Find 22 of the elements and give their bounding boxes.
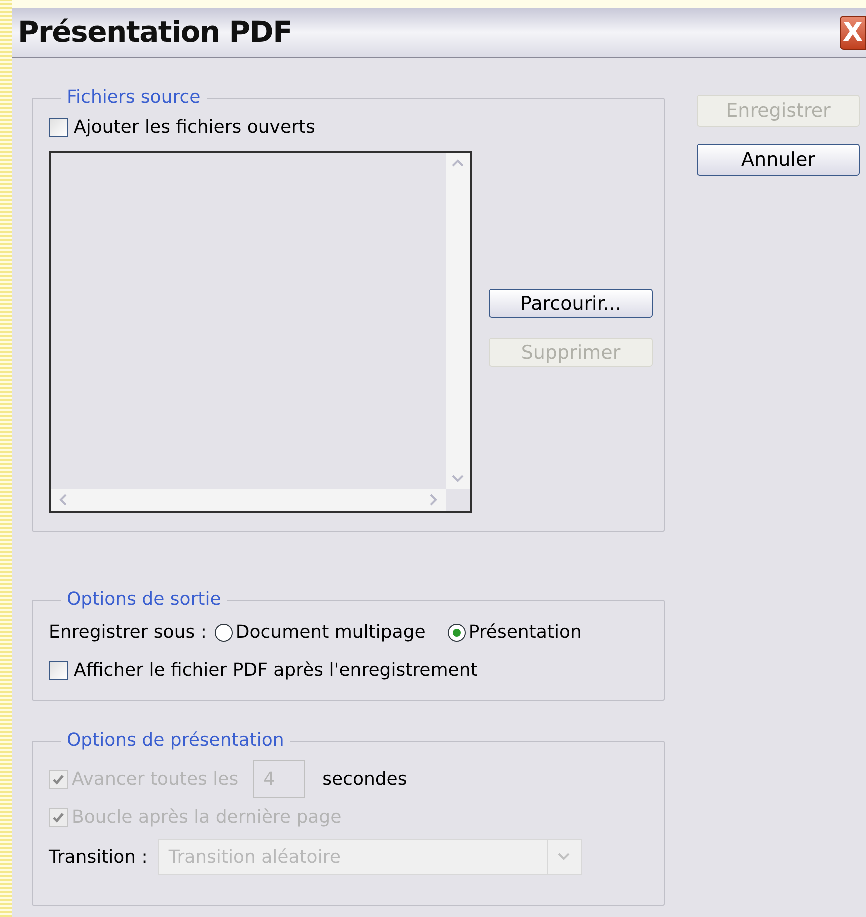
unit-label: secondes bbox=[322, 768, 408, 792]
checkmark-icon bbox=[52, 811, 65, 824]
checkbox[interactable] bbox=[49, 661, 68, 680]
radio-label: Présentation bbox=[468, 621, 582, 645]
horizontal-scrollbar[interactable] bbox=[51, 489, 446, 511]
dialog-button[interactable]: Parcourir... bbox=[489, 289, 653, 318]
checkbox[interactable] bbox=[49, 118, 68, 137]
radio-button[interactable] bbox=[214, 624, 233, 642]
file-list[interactable] bbox=[49, 151, 472, 513]
checkbox-label: Afficher le fichier PDF après l'enregistrement bbox=[74, 659, 478, 683]
group-title: Options de présentation bbox=[61, 729, 290, 753]
window-title: Présentation PDF bbox=[17, 14, 292, 51]
close-button[interactable]: X bbox=[840, 16, 866, 50]
radio-button[interactable] bbox=[448, 624, 466, 642]
checkmark-icon bbox=[52, 772, 65, 786]
save-as-label: Enregistrer sous : bbox=[49, 621, 207, 645]
radio-label: Document multipage bbox=[236, 621, 426, 645]
vertical-scrollbar[interactable] bbox=[446, 153, 470, 489]
group-title: Options de sortie bbox=[61, 588, 228, 612]
checkbox-label: Ajouter les fichiers ouverts bbox=[74, 116, 316, 140]
dialog-button[interactable]: Annuler bbox=[697, 144, 860, 176]
transition-label: Transition : bbox=[49, 846, 148, 870]
